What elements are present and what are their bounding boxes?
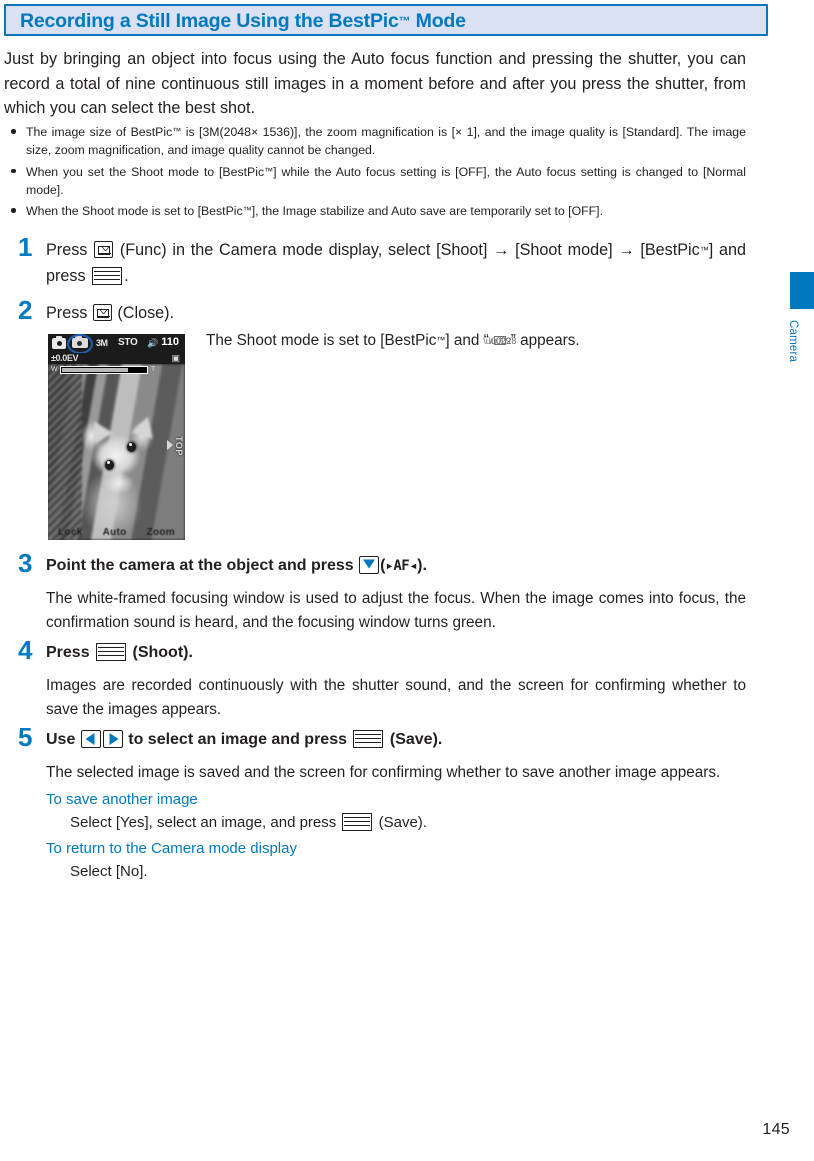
image-size-indicator: 3M (96, 338, 108, 348)
shoot-mode-indicator: ▣ (171, 353, 180, 363)
mail-key-icon (94, 241, 114, 258)
right-arrow-key-icon (102, 730, 123, 748)
chapter-tab-marker (790, 272, 814, 309)
bullet-icon (11, 129, 16, 134)
camera-viewfinder: W T TOP Lock Auto Zoom (48, 364, 185, 540)
softkey-left[interactable]: Lock (58, 527, 83, 538)
cat-muzzle (104, 472, 134, 494)
trademark-symbol: ™ (242, 205, 252, 216)
zoom-track (60, 365, 148, 374)
sub-text-return-camera: Select [No]. (70, 862, 148, 880)
phone-status-bar-row2: ±0.0EV ▣ (48, 353, 185, 364)
step-4-description: Images are recorded continuously with th… (46, 677, 746, 718)
top-label: TOP (174, 436, 184, 456)
step-2: 2 Press (Close). (0, 295, 760, 326)
list-item: When the Shoot mode is set to [BestPic™]… (4, 201, 746, 220)
notes-list: The image size of BestPic™ is [3M(2048× … (4, 122, 746, 222)
chapter-tab-label: Camera (787, 320, 799, 363)
zoom-tele-label: T (151, 366, 156, 373)
step-2-caption: The Shoot mode is set to [BestPic™] and … (206, 331, 580, 350)
trademark-symbol: ™ (699, 245, 709, 255)
sound-icon: 🔊 (147, 338, 159, 348)
zoom-wide-label: W (51, 366, 58, 373)
zoom-level-bar: W T (51, 365, 161, 374)
page-title: Recording a Still Image Using the BestPi… (20, 10, 466, 32)
phone-screen-screenshot: 3M STO 🔊 110 ±0.0EV ▣ W T TOP Lock Auto … (48, 334, 185, 540)
highlight-ring-annotation (67, 334, 93, 354)
step-number: 2 (18, 295, 33, 325)
trademark-symbol: ™ (264, 165, 274, 176)
af-label: AF (393, 558, 410, 574)
sub-text-save-another: Select [Yes], select an image, and press… (70, 812, 427, 831)
sub-heading-return-camera: To return to the Camera mode display (46, 839, 297, 857)
exposure-value-indicator: ±0.0EV (51, 353, 79, 363)
phone-status-bar: 3M STO 🔊 110 (48, 334, 185, 354)
bullet-icon (11, 168, 16, 174)
trademark-symbol: ™ (172, 126, 182, 136)
top-arrow-icon (167, 440, 173, 450)
center-key-icon (353, 730, 384, 748)
step-3: 3 Point the camera at the object and pre… (0, 548, 760, 634)
step-number: 4 (18, 635, 33, 665)
softkey-right[interactable]: Zoom (147, 527, 175, 538)
left-arrow-key-icon (80, 730, 101, 748)
cat-eye-left (105, 460, 114, 470)
section-header-banner: Recording a Still Image Using the BestPi… (4, 4, 768, 36)
trademark-symbol: ™ (398, 14, 411, 28)
zoom-fill (62, 367, 128, 372)
list-item: The image size of BestPic™ is [3M(2048× … (4, 122, 746, 160)
sub-heading-save-another: To save another image (46, 790, 198, 808)
down-arrow-key-icon (359, 556, 380, 574)
step-2-instruction: Press (Close). (46, 304, 175, 322)
center-key-icon (92, 267, 123, 285)
step-5-description: The selected image is saved and the scre… (46, 764, 721, 781)
storage-indicator: STO (118, 337, 138, 348)
step-1-instruction: Press (Func) in the Camera mode display,… (46, 241, 746, 285)
intro-paragraph: Just by bringing an object into focus us… (4, 50, 746, 117)
af-close-marker: ◂ (409, 558, 418, 574)
manual-page: Recording a Still Image Using the BestPi… (0, 0, 814, 1161)
phone-softkey-bar: Lock Auto Zoom (48, 527, 185, 538)
step-3-description: The white-framed focusing window is used… (46, 590, 746, 631)
step-number: 3 (18, 548, 33, 578)
page-number: 145 (762, 1121, 790, 1138)
camera-mode-icon (52, 335, 66, 349)
bullet-icon (11, 208, 16, 213)
step-4: 4 Press (Shoot). Images are recorded con… (0, 635, 760, 721)
center-key-icon (342, 812, 373, 831)
step-1: 1 Press (Func) in the Camera mode displa… (0, 232, 760, 289)
step-4-instruction: Press (Shoot). (46, 643, 193, 661)
mail-key-icon (92, 304, 113, 321)
step-number: 1 (18, 232, 33, 262)
list-item: When you set the Shoot mode to [BestPic™… (4, 162, 746, 200)
step-3-instruction: Point the camera at the object and press… (46, 556, 427, 574)
softkey-center[interactable]: Auto (103, 527, 127, 538)
bestpic-indicator-icon: \u0028 ⌄ \u0029 (483, 331, 517, 346)
step-number: 5 (18, 722, 33, 752)
cat-eye-right (127, 442, 136, 452)
center-key-icon (96, 643, 127, 661)
step-5-instruction: Use to select an image and press (Save). (46, 730, 443, 748)
scene-background-texture (48, 364, 82, 540)
step-5: 5 Use to select an image and press (Save… (0, 722, 760, 883)
shots-remaining-counter: 110 (161, 336, 179, 348)
